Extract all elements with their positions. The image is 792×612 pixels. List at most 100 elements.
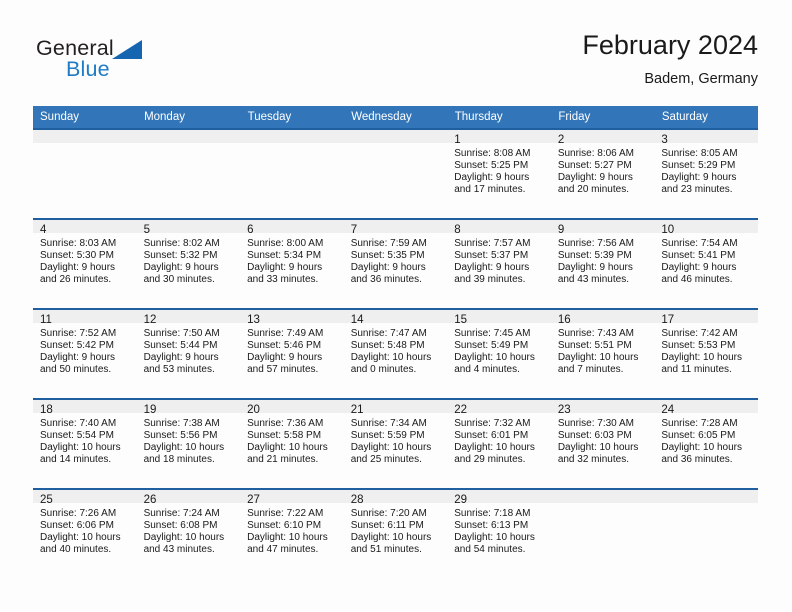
calendar-week-row: 25 Sunrise: 7:26 AM Sunset: 6:06 PM Dayligh… xyxy=(33,488,758,579)
calendar-day-cell[interactable]: 2 Sunrise: 8:06 AM Sunset: 5:27 PM Daylight… xyxy=(550,128,655,219)
calendar-day-cell[interactable]: 6 Sunrise: 8:00 AM Sunset: 5:34 PM Daylight… xyxy=(240,218,344,309)
sunrise-time: Sunrise: 7:43 AM xyxy=(557,328,634,339)
sunrise-time: Sunrise: 7:18 AM xyxy=(454,508,531,519)
calendar-day-cell[interactable]: 11 Sunrise: 7:52 AM Sunset: 5:42 PM Dayligh… xyxy=(33,308,137,399)
daylight-duration-line1: Daylight: 10 hours xyxy=(661,441,742,453)
sunrise-time: Sunrise: 7:56 AM xyxy=(557,238,634,249)
calendar-day-cell[interactable]: 21 Sunrise: 7:34 AM Sunset: 5:59 PM Dayligh… xyxy=(343,398,448,489)
calendar-body: 1 Sunrise: 8:08 AM Sunset: 5:25 PM Daylight… xyxy=(33,128,758,579)
sunset-time: Sunset: 5:51 PM xyxy=(557,339,632,351)
calendar-day-cell[interactable]: 29 Sunrise: 7:18 AM Sunset: 6:13 PM Dayligh… xyxy=(447,488,551,579)
calendar-day-cell[interactable]: 16 Sunrise: 7:43 AM Sunset: 5:51 PM Dayligh… xyxy=(550,308,655,399)
calendar-day-cell[interactable]: 13 Sunrise: 7:49 AM Sunset: 5:46 PM Dayligh… xyxy=(240,308,344,399)
sunset-time: Sunset: 5:37 PM xyxy=(454,249,529,261)
calendar-day-cell[interactable]: 24 Sunrise: 7:28 AM Sunset: 6:05 PM Dayligh… xyxy=(654,398,758,489)
daylight-duration-line1: Daylight: 10 hours xyxy=(350,351,432,363)
daylight-duration-line2: and 33 minutes. xyxy=(247,273,319,285)
calendar-day-cell[interactable]: 15 Sunrise: 7:45 AM Sunset: 5:49 PM Dayligh… xyxy=(447,308,551,399)
day-number: 4 xyxy=(33,220,137,236)
daylight-duration-line1: Daylight: 10 hours xyxy=(557,351,639,363)
sunset-time: Sunset: 5:30 PM xyxy=(40,249,114,261)
day-number: 26 xyxy=(136,490,241,506)
calendar-day-cell[interactable]: 8 Sunrise: 7:57 AM Sunset: 5:37 PM Daylight… xyxy=(447,218,551,309)
weekday-header-wednesday: Wednesday xyxy=(343,106,448,129)
calendar-day-cell[interactable]: 3 Sunrise: 8:05 AM Sunset: 5:29 PM Daylight… xyxy=(654,128,758,219)
day-details: Sunrise: 7:43 AM Sunset: 5:51 PM Daylight:… xyxy=(551,323,655,376)
daylight-duration-line1: Daylight: 9 hours xyxy=(454,261,530,273)
sunset-time: Sunset: 6:06 PM xyxy=(40,519,114,531)
sunrise-time: Sunrise: 7:40 AM xyxy=(40,418,117,429)
sunrise-time: Sunrise: 7:54 AM xyxy=(661,238,738,249)
brand-name-blue: Blue xyxy=(66,57,110,81)
sunrise-time: Sunrise: 7:30 AM xyxy=(557,418,634,429)
calendar-day-cell[interactable]: 12 Sunrise: 7:50 AM Sunset: 5:44 PM Dayligh… xyxy=(136,308,241,399)
calendar-day-cell[interactable]: 22 Sunrise: 7:32 AM Sunset: 6:01 PM Dayligh… xyxy=(447,398,551,489)
calendar-day-cell[interactable]: 1 Sunrise: 8:08 AM Sunset: 5:25 PM Daylight… xyxy=(447,128,551,219)
calendar-day-cell-empty xyxy=(343,128,448,219)
daylight-duration-line1: Daylight: 9 hours xyxy=(350,261,426,273)
calendar-day-cell[interactable]: 23 Sunrise: 7:30 AM Sunset: 6:03 PM Dayligh… xyxy=(550,398,655,489)
daylight-duration-line1: Daylight: 9 hours xyxy=(247,261,323,273)
sunrise-time: Sunrise: 8:03 AM xyxy=(40,238,117,249)
weekday-header-thursday: Thursday xyxy=(447,106,552,129)
day-details xyxy=(654,503,758,508)
sunrise-time: Sunrise: 7:28 AM xyxy=(661,418,738,429)
daylight-duration-line2: and 21 minutes. xyxy=(247,453,319,465)
sunset-time: Sunset: 5:25 PM xyxy=(454,159,529,171)
calendar-day-cell[interactable]: 5 Sunrise: 8:02 AM Sunset: 5:32 PM Daylight… xyxy=(136,218,241,309)
calendar-day-cell[interactable]: 9 Sunrise: 7:56 AM Sunset: 5:39 PM Daylight… xyxy=(550,218,655,309)
day-number: 3 xyxy=(654,130,758,146)
calendar-day-cell[interactable]: 28 Sunrise: 7:20 AM Sunset: 6:11 PM Dayligh… xyxy=(343,488,448,579)
day-number: 12 xyxy=(136,310,241,326)
weekday-header-row: Sunday Monday Tuesday Wednesday Thursday… xyxy=(33,106,759,129)
calendar-day-cell-empty xyxy=(654,488,758,579)
daylight-duration-line1: Daylight: 9 hours xyxy=(661,171,737,183)
sunrise-time: Sunrise: 7:50 AM xyxy=(143,328,220,339)
calendar-day-cell[interactable]: 19 Sunrise: 7:38 AM Sunset: 5:56 PM Dayligh… xyxy=(136,398,241,489)
sunset-time: Sunset: 5:32 PM xyxy=(143,249,218,261)
day-number: 10 xyxy=(654,220,758,236)
sunrise-time: Sunrise: 7:47 AM xyxy=(350,328,427,339)
weekday-header-saturday: Saturday xyxy=(654,106,759,129)
day-number xyxy=(343,130,448,143)
calendar-day-cell[interactable]: 7 Sunrise: 7:59 AM Sunset: 5:35 PM Daylight… xyxy=(343,218,448,309)
daylight-duration-line2: and 11 minutes. xyxy=(661,363,732,375)
calendar-day-cell[interactable]: 20 Sunrise: 7:36 AM Sunset: 5:58 PM Dayligh… xyxy=(240,398,344,489)
day-number: 19 xyxy=(136,400,241,416)
sunset-time: Sunset: 6:03 PM xyxy=(557,429,632,441)
sunset-time: Sunset: 6:13 PM xyxy=(454,519,529,531)
calendar-week-row: 11 Sunrise: 7:52 AM Sunset: 5:42 PM Dayligh… xyxy=(33,308,758,399)
day-details: Sunrise: 7:49 AM Sunset: 5:46 PM Daylight:… xyxy=(240,323,344,376)
sunrise-time: Sunrise: 7:38 AM xyxy=(143,418,220,429)
day-details: Sunrise: 7:32 AM Sunset: 6:01 PM Daylight:… xyxy=(447,413,551,466)
calendar-day-cell[interactable]: 10 Sunrise: 7:54 AM Sunset: 5:41 PM Dayligh… xyxy=(654,218,758,309)
daylight-duration-line2: and 26 minutes. xyxy=(40,273,112,285)
title-block: February 2024 Badem, Germany xyxy=(582,28,758,90)
calendar-day-cell-empty xyxy=(33,128,137,219)
sunrise-time: Sunrise: 7:59 AM xyxy=(350,238,427,249)
calendar-day-cell[interactable]: 25 Sunrise: 7:26 AM Sunset: 6:06 PM Dayligh… xyxy=(33,488,137,579)
day-number: 2 xyxy=(550,130,655,146)
brand-logo[interactable]: General Blue xyxy=(36,36,236,92)
daylight-duration-line1: Daylight: 9 hours xyxy=(40,351,116,363)
sunrise-time: Sunrise: 7:52 AM xyxy=(40,328,117,339)
calendar-day-cell[interactable]: 17 Sunrise: 7:42 AM Sunset: 5:53 PM Dayligh… xyxy=(654,308,758,399)
daylight-duration-line2: and 57 minutes. xyxy=(247,363,319,375)
day-number: 16 xyxy=(550,310,655,326)
calendar-day-cell[interactable]: 14 Sunrise: 7:47 AM Sunset: 5:48 PM Dayligh… xyxy=(343,308,448,399)
daylight-duration-line2: and 7 minutes. xyxy=(557,363,624,375)
sunset-time: Sunset: 5:54 PM xyxy=(40,429,114,441)
daylight-duration-line1: Daylight: 9 hours xyxy=(143,261,219,273)
calendar-day-cell[interactable]: 4 Sunrise: 8:03 AM Sunset: 5:30 PM Daylight… xyxy=(33,218,137,309)
calendar-day-cell[interactable]: 27 Sunrise: 7:22 AM Sunset: 6:10 PM Dayligh… xyxy=(240,488,344,579)
calendar-day-cell[interactable]: 18 Sunrise: 7:40 AM Sunset: 5:54 PM Dayligh… xyxy=(33,398,137,489)
sunrise-time: Sunrise: 7:34 AM xyxy=(350,418,427,429)
calendar-day-cell-empty xyxy=(550,488,655,579)
sunset-time: Sunset: 5:46 PM xyxy=(247,339,322,351)
day-details xyxy=(137,143,241,148)
day-number: 28 xyxy=(343,490,448,506)
daylight-duration-line2: and 20 minutes. xyxy=(557,183,629,195)
sunset-time: Sunset: 6:05 PM xyxy=(661,429,736,441)
calendar-day-cell[interactable]: 26 Sunrise: 7:24 AM Sunset: 6:08 PM Dayligh… xyxy=(136,488,241,579)
day-details: Sunrise: 8:03 AM Sunset: 5:30 PM Daylight:… xyxy=(33,233,137,286)
